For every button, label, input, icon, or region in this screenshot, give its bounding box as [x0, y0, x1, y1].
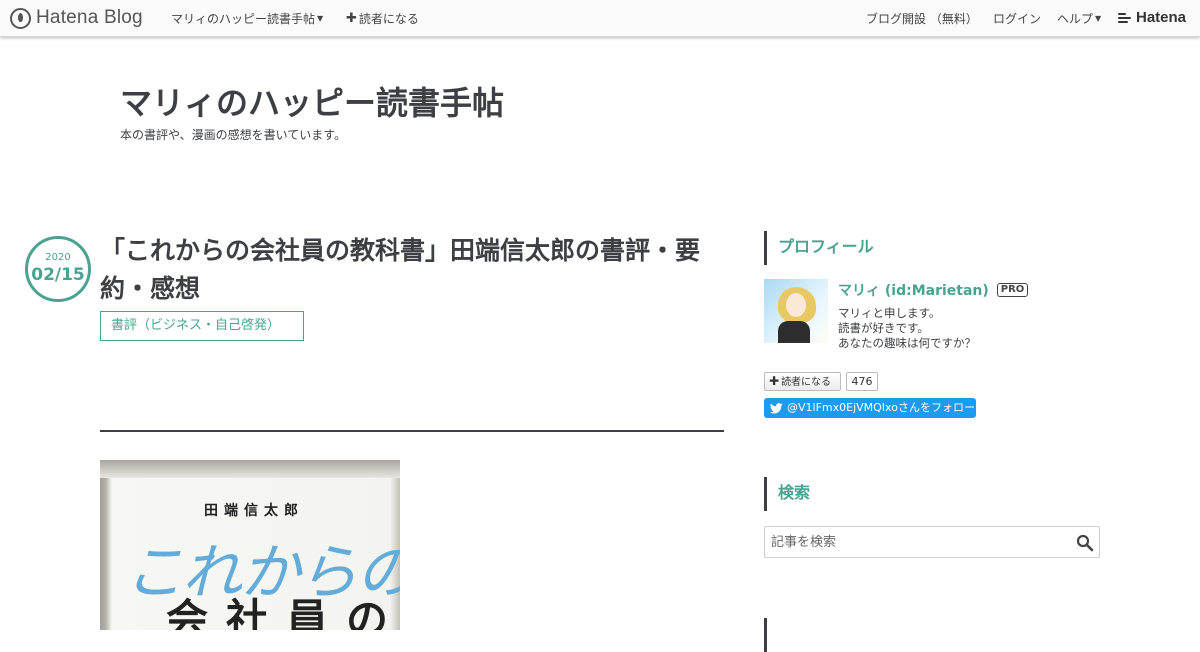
search-input[interactable] [766, 528, 1066, 556]
caret-down-icon: ▼ [1095, 14, 1102, 23]
book-cover-image: 田端信太郎 これからの 会社員の [100, 460, 400, 630]
blog-description: 本の書評や、漫画の感想を書いています。 [120, 128, 347, 142]
subscribe-button[interactable]: ✚ 読者になる [764, 372, 841, 391]
blog-title[interactable]: マリィのハッピー読書手帖 [120, 78, 504, 124]
avatar[interactable] [764, 279, 828, 343]
blog-menu-label: マリィのハッピー読書手帖 [171, 12, 316, 26]
subscribe-button-label: 読者になる [781, 377, 832, 388]
blog-menu[interactable]: マリィのハッピー読書手帖 ▼ [171, 10, 323, 27]
profile-heading: プロフィール [764, 231, 874, 265]
brand-text: Hatena Blog [36, 7, 143, 28]
login-link[interactable]: ログイン [993, 10, 1041, 27]
twitter-follow-label: @V1lFmx0EjVMQIxoさんをフォロー [787, 401, 975, 414]
help-menu[interactable]: ヘルプ ▼ [1057, 10, 1101, 27]
entry-category[interactable]: 書評（ビジネス・自己啓発） [100, 311, 304, 341]
cover-author: 田端信太郎 [204, 503, 304, 519]
search-form [764, 526, 1100, 558]
subscribe-link-label: 読者になる [358, 12, 419, 26]
plus-icon: ✚ [769, 374, 780, 388]
entry-date-year: 2020 [45, 252, 71, 263]
plus-icon: ✚ [346, 11, 357, 26]
login-label: ログイン [993, 12, 1042, 26]
profile-bio-line: あなたの趣味は何ですか？ [838, 336, 976, 350]
twitter-bird-icon [770, 402, 783, 413]
open-blog-link[interactable]: ブログ開設 （無料） [866, 10, 978, 27]
hatena-link[interactable]: Hatena [1118, 9, 1186, 26]
next-module-heading [764, 618, 778, 652]
hatena-logo-icon [1118, 12, 1132, 24]
hatena-blog-brand[interactable]: Hatena Blog [10, 6, 143, 30]
entry-date[interactable]: 2020 02/15 [25, 236, 91, 302]
twitter-follow-button[interactable]: @V1lFmx0EjVMQIxoさんをフォロー [764, 398, 976, 418]
profile-name-link[interactable]: マリィ (id:Marietan) PRO [838, 280, 1029, 300]
profile-bio-line: 読書が好きです。 [838, 321, 929, 335]
hatena-label: Hatena [1136, 9, 1187, 26]
search-icon[interactable] [1076, 534, 1094, 552]
entry-divider [100, 430, 724, 432]
subscribe-link[interactable]: ✚ 読者になる [346, 10, 419, 27]
subscriber-count[interactable]: 476 [846, 372, 878, 391]
caret-down-icon: ▼ [317, 14, 324, 23]
search-heading: 検索 [764, 477, 810, 511]
global-header: Hatena Blog マリィのハッピー読書手帖 ▼ ✚ 読者になる ブログ開設… [0, 0, 1200, 37]
help-label: ヘルプ [1057, 12, 1094, 26]
cover-top-edge [100, 460, 400, 478]
entry-title[interactable]: 「これからの会社員の教科書」田端信太郎の書評・要約・感想 [100, 232, 724, 308]
profile-bio-line: マリィと申します。 [838, 306, 941, 320]
profile-name: マリィ (id:Marietan) [838, 283, 989, 299]
cover-main-title: 会社員の [166, 595, 400, 630]
entry-date-month-day: 02/15 [31, 265, 85, 285]
pro-badge: PRO [996, 283, 1029, 297]
hatena-blog-logo-icon [10, 7, 31, 29]
open-blog-label: ブログ開設 （無料） [866, 12, 978, 26]
profile-bio: マリィと申します。 読書が好きです。 あなたの趣味は何ですか？ [838, 306, 976, 351]
